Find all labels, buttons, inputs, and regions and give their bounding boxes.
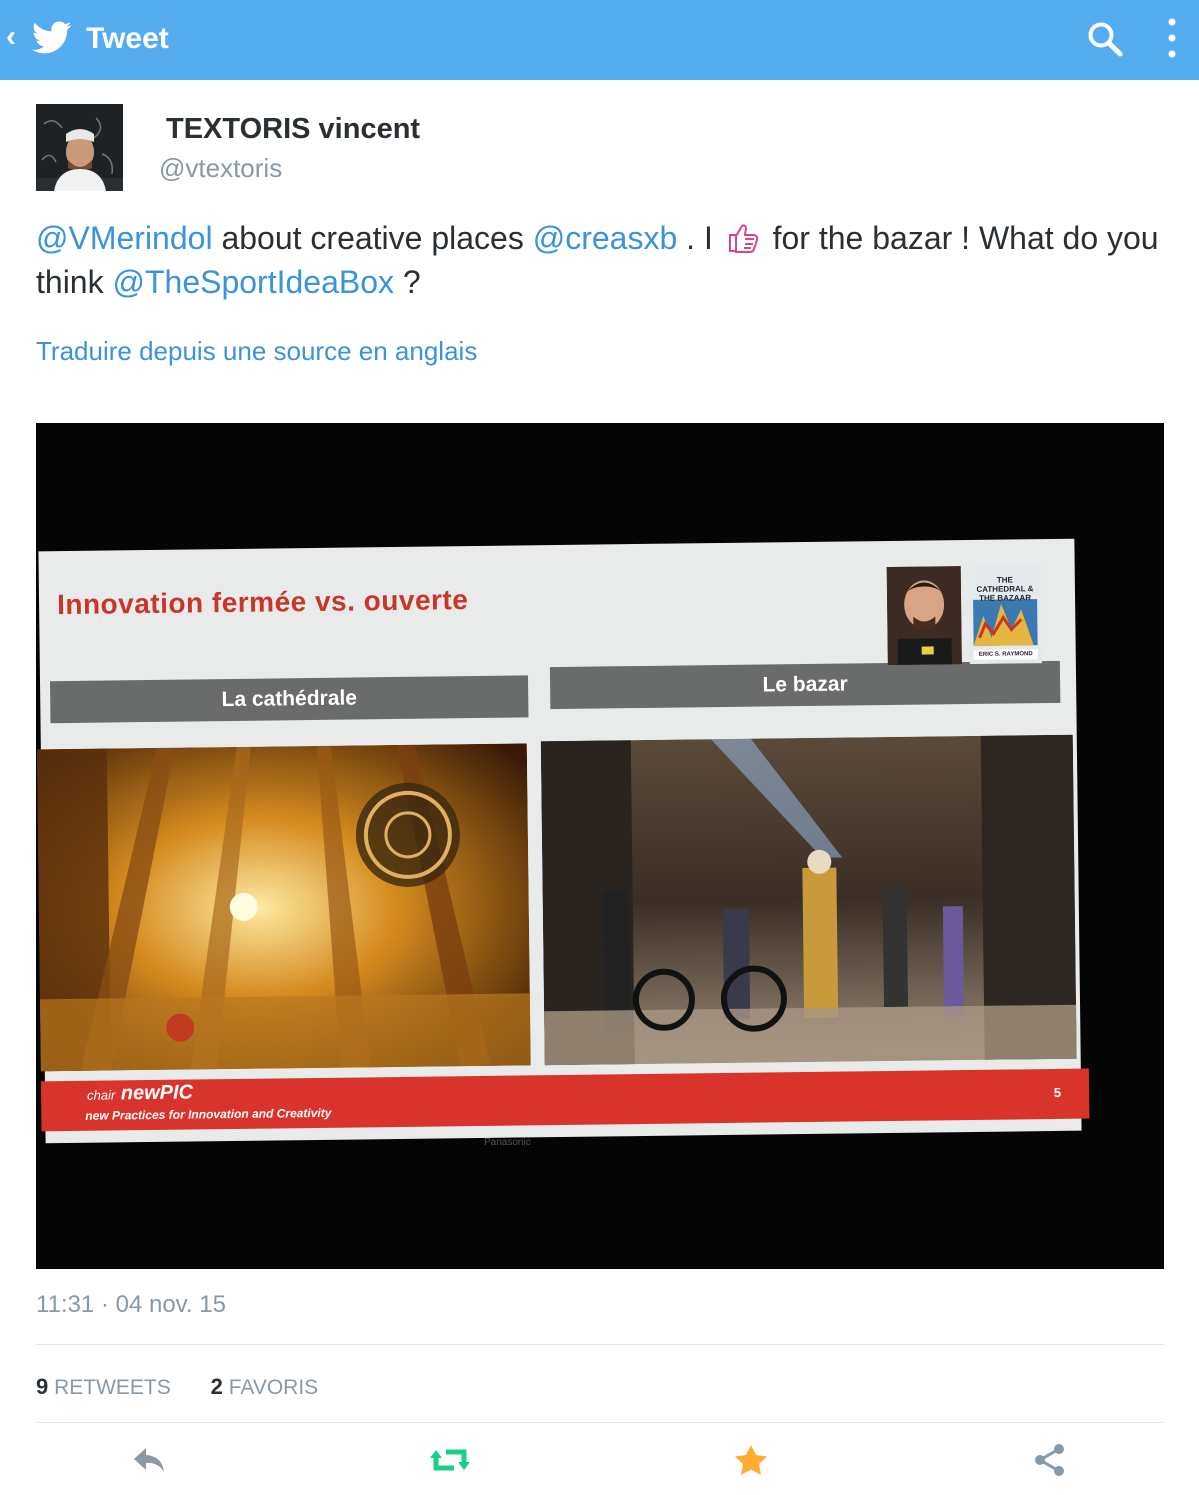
retweets-stat[interactable]: 9 RETWEETS [36,1372,171,1403]
slide-footer: chair newPIC new Practices for Innovatio… [40,1068,1090,1132]
avatar[interactable] [36,104,123,191]
bazaar-photo [540,734,1077,1066]
twitter-bird-icon [32,21,72,54]
slide-title: Innovation fermée vs. ouverte [56,584,469,621]
favorites-stat[interactable]: 2 FAVORIS [211,1372,319,1403]
projected-slide: Innovation fermée vs. ouverte La cathédr… [36,538,1090,1144]
mention-link[interactable]: @VMerindol [36,220,213,256]
book-author: ERIC S. RAYMOND [978,651,1033,658]
tweet-text-segment: about creative places [212,220,533,256]
retweets-count: 9 [36,1374,49,1399]
share-icon[interactable] [1030,1442,1070,1478]
cathedral-photo [36,743,531,1072]
projector-brand: Panasonic [484,1137,531,1148]
avatar-image [36,104,123,191]
portrait-photo [886,566,962,665]
app-bar: ‹ Tweet [0,0,1199,80]
favorites-label: FAVORIS [228,1376,319,1399]
tweet-stats: 9 RETWEETS 2 FAVORIS [36,1372,352,1403]
cathedral-image [36,743,531,1072]
retweet-icon[interactable] [430,1442,470,1478]
page-title: Tweet [86,22,169,55]
mention-link[interactable]: @TheSportIdeaBox [112,264,394,300]
divider [36,1344,1164,1345]
favorite-star-icon[interactable] [731,1442,771,1478]
search-icon[interactable] [1086,20,1124,58]
tweet-timestamp: 11:31 · 04 nov. 15 [36,1291,226,1318]
tweet-photo[interactable]: Innovation fermée vs. ouverte La cathédr… [36,423,1164,1269]
back-button[interactable]: ‹ [6,22,16,52]
slide-footer-chair-label: chair [86,1087,116,1103]
more-vertical-icon[interactable] [1160,16,1184,60]
divider [36,1422,1164,1423]
retweets-label: RETWEETS [54,1376,171,1399]
tweet-text: @VMerindol about creative places @creasx… [36,216,1171,304]
tweet-text-segment: . I [677,220,722,256]
reply-icon[interactable] [130,1442,170,1478]
translate-link[interactable]: Traduire depuis une source en anglais [36,333,477,369]
slide-label-left: La cathédrale [50,675,529,724]
book-cover: THE CATHEDRAL & THE BAZAAR ERIC S. RAYMO… [968,565,1042,664]
slide-footer-chair: chair newPIC [87,1082,193,1106]
author-handle[interactable]: @vtextoris [159,151,282,185]
slide-number: 5 [1053,1084,1062,1100]
slide-footer-subtitle: new Practices for Innovation and Creativ… [85,1105,332,1123]
thumbs-up-icon [728,224,758,253]
bazaar-image [540,734,1077,1066]
book-title: THE CATHEDRAL & THE BAZAAR [976,575,1034,603]
slide-footer-name: newPIC [120,1081,194,1105]
tweet-text-segment: ? [394,264,421,300]
author-name[interactable]: TEXTORIS vincent [166,111,420,147]
favorites-count: 2 [210,1374,223,1399]
mention-link[interactable]: @creasxb [533,220,678,256]
slide-label-right: Le bazar [549,660,1061,710]
portrait-image [886,566,962,665]
